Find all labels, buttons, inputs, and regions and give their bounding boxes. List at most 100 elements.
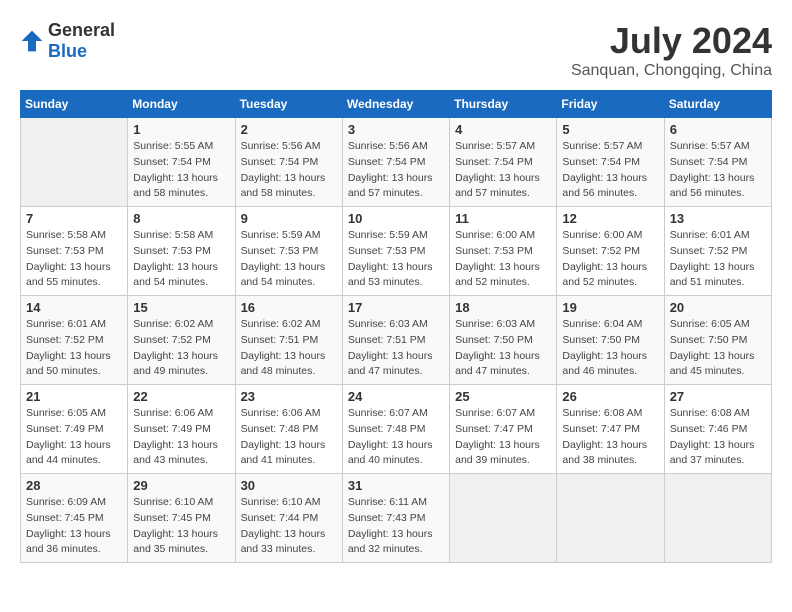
- cell-content: Sunrise: 5:57 AM Sunset: 7:54 PM Dayligh…: [670, 139, 766, 202]
- calendar-cell: 27 Sunrise: 6:08 AM Sunset: 7:46 PM Dayli…: [664, 385, 771, 474]
- calendar-week-1: 1Sunrise: 5:55 AM Sunset: 7:54 PM Daylig…: [21, 118, 772, 207]
- calendar-cell: 25 Sunrise: 6:07 AM Sunset: 7:47 PM Dayli…: [450, 385, 557, 474]
- day-header-monday: Monday: [128, 91, 235, 118]
- day-number: 15: [133, 300, 229, 315]
- cell-content: Sunrise: 5:58 AM Sunset: 7:53 PM Dayligh…: [26, 228, 122, 291]
- day-number: 20: [670, 300, 766, 315]
- calendar-cell: 17Sunrise: 6:03 AM Sunset: 7:51 PM Dayli…: [342, 296, 449, 385]
- calendar-cell: 1Sunrise: 5:55 AM Sunset: 7:54 PM Daylig…: [128, 118, 235, 207]
- day-number: 7: [26, 211, 122, 226]
- day-header-saturday: Saturday: [664, 91, 771, 118]
- day-number: 27: [670, 389, 766, 404]
- cell-content: Sunrise: 6:07 AM Sunset: 7:48 PM Dayligh…: [348, 406, 444, 469]
- cell-content: Sunrise: 6:08 AM Sunset: 7:47 PM Dayligh…: [562, 406, 658, 469]
- calendar-week-3: 14 Sunrise: 6:01 AM Sunset: 7:52 PM Dayli…: [21, 296, 772, 385]
- calendar-cell: 9 Sunrise: 5:59 AM Sunset: 7:53 PM Daylig…: [235, 207, 342, 296]
- day-number: 30: [241, 478, 337, 493]
- cell-content: Sunrise: 6:11 AM Sunset: 7:43 PM Dayligh…: [348, 495, 444, 558]
- cell-content: Sunrise: 6:06 AM Sunset: 7:49 PM Dayligh…: [133, 406, 229, 469]
- day-number: 16: [241, 300, 337, 315]
- day-number: 19: [562, 300, 658, 315]
- calendar-header-row: SundayMondayTuesdayWednesdayThursdayFrid…: [21, 91, 772, 118]
- day-number: 26: [562, 389, 658, 404]
- cell-content: Sunrise: 6:10 AM Sunset: 7:45 PM Dayligh…: [133, 495, 229, 558]
- page-header: General Blue July 2024 Sanquan, Chongqin…: [20, 20, 772, 80]
- cell-content: Sunrise: 5:56 AM Sunset: 7:54 PM Dayligh…: [348, 139, 444, 202]
- calendar-cell: 20 Sunrise: 6:05 AM Sunset: 7:50 PM Dayli…: [664, 296, 771, 385]
- calendar-week-5: 28 Sunrise: 6:09 AM Sunset: 7:45 PM Dayli…: [21, 474, 772, 563]
- calendar-cell: [21, 118, 128, 207]
- day-number: 12: [562, 211, 658, 226]
- calendar-cell: 5Sunrise: 5:57 AM Sunset: 7:54 PM Daylig…: [557, 118, 664, 207]
- calendar-cell: 22 Sunrise: 6:06 AM Sunset: 7:49 PM Dayli…: [128, 385, 235, 474]
- day-header-sunday: Sunday: [21, 91, 128, 118]
- calendar-cell: 7 Sunrise: 5:58 AM Sunset: 7:53 PM Daylig…: [21, 207, 128, 296]
- calendar-week-4: 21Sunrise: 6:05 AM Sunset: 7:49 PM Dayli…: [21, 385, 772, 474]
- day-number: 6: [670, 122, 766, 137]
- cell-content: Sunrise: 5:59 AM Sunset: 7:53 PM Dayligh…: [241, 228, 337, 291]
- calendar-cell: 24Sunrise: 6:07 AM Sunset: 7:48 PM Dayli…: [342, 385, 449, 474]
- calendar-cell: 8 Sunrise: 5:58 AM Sunset: 7:53 PM Daylig…: [128, 207, 235, 296]
- calendar-cell: 14 Sunrise: 6:01 AM Sunset: 7:52 PM Dayli…: [21, 296, 128, 385]
- cell-content: Sunrise: 6:08 AM Sunset: 7:46 PM Dayligh…: [670, 406, 766, 469]
- main-title: July 2024: [571, 20, 772, 62]
- calendar-cell: 4 Sunrise: 5:57 AM Sunset: 7:54 PM Daylig…: [450, 118, 557, 207]
- calendar-cell: 30Sunrise: 6:10 AM Sunset: 7:44 PM Dayli…: [235, 474, 342, 563]
- cell-content: Sunrise: 6:01 AM Sunset: 7:52 PM Dayligh…: [670, 228, 766, 291]
- day-number: 8: [133, 211, 229, 226]
- subtitle: Sanquan, Chongqing, China: [571, 62, 772, 80]
- cell-content: Sunrise: 6:01 AM Sunset: 7:52 PM Dayligh…: [26, 317, 122, 380]
- calendar-cell: 21Sunrise: 6:05 AM Sunset: 7:49 PM Dayli…: [21, 385, 128, 474]
- calendar-cell: 11 Sunrise: 6:00 AM Sunset: 7:53 PM Dayli…: [450, 207, 557, 296]
- cell-content: Sunrise: 5:57 AM Sunset: 7:54 PM Dayligh…: [455, 139, 551, 202]
- calendar-cell: 15 Sunrise: 6:02 AM Sunset: 7:52 PM Dayli…: [128, 296, 235, 385]
- day-number: 13: [670, 211, 766, 226]
- day-number: 18: [455, 300, 551, 315]
- day-number: 11: [455, 211, 551, 226]
- calendar-cell: 29 Sunrise: 6:10 AM Sunset: 7:45 PM Dayli…: [128, 474, 235, 563]
- day-number: 14: [26, 300, 122, 315]
- day-header-thursday: Thursday: [450, 91, 557, 118]
- day-number: 31: [348, 478, 444, 493]
- cell-content: Sunrise: 6:09 AM Sunset: 7:45 PM Dayligh…: [26, 495, 122, 558]
- cell-content: Sunrise: 6:00 AM Sunset: 7:53 PM Dayligh…: [455, 228, 551, 291]
- day-number: 2: [241, 122, 337, 137]
- logo-icon: [20, 29, 44, 53]
- cell-content: Sunrise: 6:00 AM Sunset: 7:52 PM Dayligh…: [562, 228, 658, 291]
- cell-content: Sunrise: 6:07 AM Sunset: 7:47 PM Dayligh…: [455, 406, 551, 469]
- day-number: 9: [241, 211, 337, 226]
- day-number: 29: [133, 478, 229, 493]
- title-section: July 2024 Sanquan, Chongqing, China: [571, 20, 772, 80]
- cell-content: Sunrise: 6:06 AM Sunset: 7:48 PM Dayligh…: [241, 406, 337, 469]
- cell-content: Sunrise: 6:02 AM Sunset: 7:52 PM Dayligh…: [133, 317, 229, 380]
- day-number: 3: [348, 122, 444, 137]
- calendar-cell: 2Sunrise: 5:56 AM Sunset: 7:54 PM Daylig…: [235, 118, 342, 207]
- cell-content: Sunrise: 5:59 AM Sunset: 7:53 PM Dayligh…: [348, 228, 444, 291]
- cell-content: Sunrise: 6:02 AM Sunset: 7:51 PM Dayligh…: [241, 317, 337, 380]
- calendar-cell: 12 Sunrise: 6:00 AM Sunset: 7:52 PM Dayli…: [557, 207, 664, 296]
- calendar-cell: [557, 474, 664, 563]
- day-number: 25: [455, 389, 551, 404]
- calendar-cell: [664, 474, 771, 563]
- calendar-week-2: 7 Sunrise: 5:58 AM Sunset: 7:53 PM Daylig…: [21, 207, 772, 296]
- calendar-cell: 10Sunrise: 5:59 AM Sunset: 7:53 PM Dayli…: [342, 207, 449, 296]
- calendar-cell: 23Sunrise: 6:06 AM Sunset: 7:48 PM Dayli…: [235, 385, 342, 474]
- cell-content: Sunrise: 6:05 AM Sunset: 7:50 PM Dayligh…: [670, 317, 766, 380]
- day-number: 22: [133, 389, 229, 404]
- logo-blue: Blue: [48, 41, 87, 61]
- calendar-cell: 31 Sunrise: 6:11 AM Sunset: 7:43 PM Dayli…: [342, 474, 449, 563]
- cell-content: Sunrise: 6:05 AM Sunset: 7:49 PM Dayligh…: [26, 406, 122, 469]
- cell-content: Sunrise: 5:57 AM Sunset: 7:54 PM Dayligh…: [562, 139, 658, 202]
- cell-content: Sunrise: 6:04 AM Sunset: 7:50 PM Dayligh…: [562, 317, 658, 380]
- calendar-cell: 26 Sunrise: 6:08 AM Sunset: 7:47 PM Dayli…: [557, 385, 664, 474]
- day-number: 4: [455, 122, 551, 137]
- cell-content: Sunrise: 6:03 AM Sunset: 7:51 PM Dayligh…: [348, 317, 444, 380]
- cell-content: Sunrise: 5:58 AM Sunset: 7:53 PM Dayligh…: [133, 228, 229, 291]
- day-header-wednesday: Wednesday: [342, 91, 449, 118]
- logo-text: General Blue: [48, 20, 115, 62]
- calendar-cell: 13 Sunrise: 6:01 AM Sunset: 7:52 PM Dayli…: [664, 207, 771, 296]
- day-number: 28: [26, 478, 122, 493]
- cell-content: Sunrise: 6:03 AM Sunset: 7:50 PM Dayligh…: [455, 317, 551, 380]
- day-number: 1: [133, 122, 229, 137]
- calendar-cell: 28 Sunrise: 6:09 AM Sunset: 7:45 PM Dayli…: [21, 474, 128, 563]
